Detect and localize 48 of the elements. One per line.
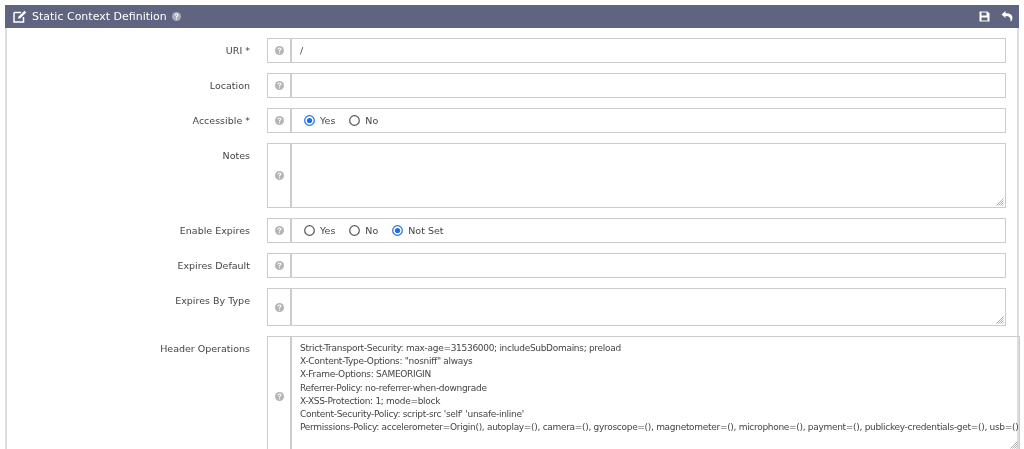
help-button[interactable] bbox=[267, 143, 291, 208]
field-label: Expires By Type bbox=[174, 294, 250, 308]
resize-handle-icon bbox=[996, 198, 1004, 206]
field-label: Expires Default bbox=[176, 259, 250, 273]
panel-title: Static Context Definition bbox=[32, 10, 167, 23]
help-icon bbox=[274, 46, 284, 55]
help-icon bbox=[274, 226, 284, 235]
help-icon bbox=[171, 12, 181, 21]
help-icon bbox=[274, 261, 284, 270]
field-label: Location bbox=[208, 79, 250, 93]
field-label: Accessible * bbox=[191, 114, 250, 128]
resize-handle-icon bbox=[1010, 441, 1018, 449]
help-icon bbox=[274, 116, 284, 125]
help-icon bbox=[274, 302, 284, 312]
radio-label: Not Set bbox=[408, 225, 444, 236]
help-icon bbox=[274, 391, 284, 401]
help-icon bbox=[274, 171, 284, 180]
radio-label: Yes bbox=[320, 225, 336, 236]
help-button[interactable] bbox=[267, 288, 291, 326]
radio-label: No bbox=[365, 225, 379, 236]
radio-button[interactable] bbox=[392, 225, 404, 236]
field-label: Enable Expires bbox=[178, 224, 250, 238]
radio-button[interactable] bbox=[349, 225, 361, 236]
textarea-field[interactable] bbox=[291, 143, 1006, 208]
help-button[interactable] bbox=[267, 253, 291, 278]
save-icon[interactable] bbox=[979, 11, 990, 22]
help-button[interactable] bbox=[267, 108, 291, 133]
radio-button[interactable] bbox=[304, 115, 315, 126]
textarea-field[interactable] bbox=[291, 288, 1006, 326]
radio-button[interactable] bbox=[304, 225, 315, 236]
field-label: Notes bbox=[221, 149, 250, 163]
textarea-field[interactable]: Strict-Transport-Security: max-age=31536000; includeSubDomains; preload X-Content-Type-Options: "nosniff" always X-Frame-Options: SAMEORIGIN Referrer-Policy: no-referrer-when-downgrade X-XSS-Protection: 1; mode=block Content-Security-Policy: script-src 'self' 'unsafe-inline' Permissions-Policy: accelerometer=Origin(), autoplay=(), camera=(), gyroscope=(), magnetometer=(), microphone=(), payment=(), publickey-credentials-get=(), usb=() bbox=[291, 336, 1020, 449]
radio-label: No bbox=[365, 115, 379, 126]
help-icon bbox=[274, 81, 284, 90]
help-button[interactable] bbox=[267, 38, 291, 63]
edit-icon bbox=[13, 10, 27, 23]
help-button[interactable] bbox=[267, 73, 291, 98]
help-button[interactable] bbox=[267, 336, 291, 449]
undo-icon[interactable] bbox=[1001, 11, 1013, 22]
radio-label: Yes bbox=[320, 115, 336, 126]
input-field[interactable] bbox=[291, 253, 1006, 278]
input-field[interactable] bbox=[291, 73, 1006, 98]
field-label: URI * bbox=[224, 44, 250, 58]
help-button[interactable] bbox=[267, 218, 291, 243]
radio-button[interactable] bbox=[349, 115, 361, 126]
resize-handle-icon bbox=[996, 316, 1004, 324]
input-field[interactable]: / bbox=[291, 38, 1006, 63]
field-label: Header Operations bbox=[159, 342, 250, 356]
